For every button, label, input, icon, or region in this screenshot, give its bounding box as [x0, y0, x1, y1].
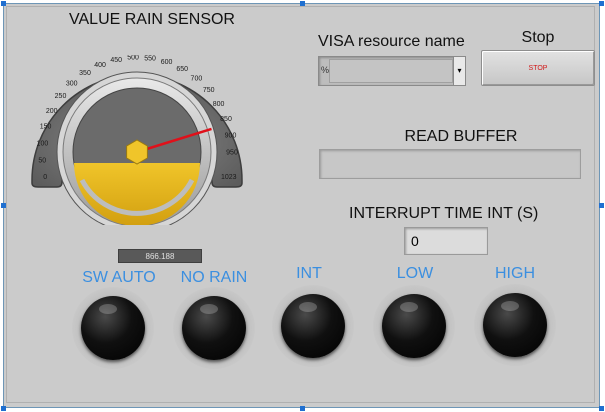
- gauge-tick-label: 650: [176, 66, 188, 73]
- stop-button[interactable]: STOP: [481, 50, 595, 86]
- led-lens: [281, 294, 345, 358]
- gauge-tick-label: 300: [66, 81, 78, 88]
- led-low[interactable]: [373, 285, 455, 367]
- led-sw-auto[interactable]: [72, 287, 154, 369]
- gauge-tick-label: 450: [110, 57, 122, 64]
- gauge-tick-label: 400: [94, 62, 106, 69]
- gauge-tick-label: 900: [225, 133, 237, 140]
- gauge-tick-label: 250: [55, 93, 67, 100]
- gauge-tick-label: 100: [37, 140, 49, 147]
- gauge-tick-label: 600: [161, 59, 173, 66]
- gauge-tick-label: 150: [40, 124, 52, 131]
- resize-handle[interactable]: [300, 1, 305, 6]
- visa-prefix: %: [321, 65, 330, 75]
- gauge-tick-label: 800: [213, 101, 225, 108]
- gauge-tick-label: 550: [144, 55, 156, 62]
- interrupt-label: INTERRUPT TIME INT (S): [349, 205, 539, 222]
- resize-handle[interactable]: [1, 406, 6, 411]
- led-lens: [483, 293, 547, 357]
- visa-value-field[interactable]: [329, 59, 453, 83]
- gauge-tick-label: 750: [203, 87, 215, 94]
- led-lens: [182, 296, 246, 360]
- gauge-title: VALUE RAIN SENSOR: [69, 11, 235, 28]
- indicator-label-int: INT: [296, 265, 322, 282]
- resize-handle[interactable]: [599, 203, 604, 208]
- resize-handle[interactable]: [300, 406, 305, 411]
- gauge-digital-display: 866.188: [118, 249, 202, 263]
- gauge-tick-label: 350: [79, 70, 91, 77]
- gauge-tick-label: 1023: [221, 174, 237, 181]
- read-buffer-label: READ BUFFER: [404, 128, 518, 145]
- resize-handle[interactable]: [599, 1, 604, 6]
- read-buffer-display: [319, 149, 581, 179]
- gauge-tick-label: 0: [43, 174, 47, 181]
- led-int[interactable]: [272, 285, 354, 367]
- gauge-tick-label: 200: [46, 108, 58, 115]
- visa-label: VISA resource name: [318, 33, 465, 50]
- gauge-tick-label: 500: [127, 55, 139, 62]
- gauge-tick-label: 700: [191, 75, 203, 82]
- gauge-tick-label: 50: [38, 157, 46, 164]
- indicator-label-low: LOW: [396, 265, 434, 282]
- led-no-rain[interactable]: [173, 287, 255, 369]
- rain-sensor-gauge[interactable]: 050100150200250300350400450 500 5506006507…: [22, 55, 252, 225]
- visa-resource-selector[interactable]: % ▾: [318, 56, 466, 86]
- gauge-tick-label: 850: [220, 116, 232, 123]
- gauge-tick-label: 950: [226, 150, 238, 157]
- interrupt-time-input[interactable]: 0: [404, 227, 488, 255]
- resize-handle[interactable]: [1, 1, 6, 6]
- resize-handle[interactable]: [599, 406, 604, 411]
- resize-handle[interactable]: [1, 203, 6, 208]
- led-high[interactable]: [474, 284, 556, 366]
- indicator-label-sw-auto: SW AUTO: [82, 269, 156, 286]
- indicator-label-no-rain: NO RAIN: [180, 269, 248, 286]
- chevron-down-icon[interactable]: ▾: [453, 57, 465, 85]
- led-lens: [81, 296, 145, 360]
- indicator-label-high: HIGH: [495, 265, 535, 282]
- stop-label: Stop: [521, 29, 555, 46]
- led-lens: [382, 294, 446, 358]
